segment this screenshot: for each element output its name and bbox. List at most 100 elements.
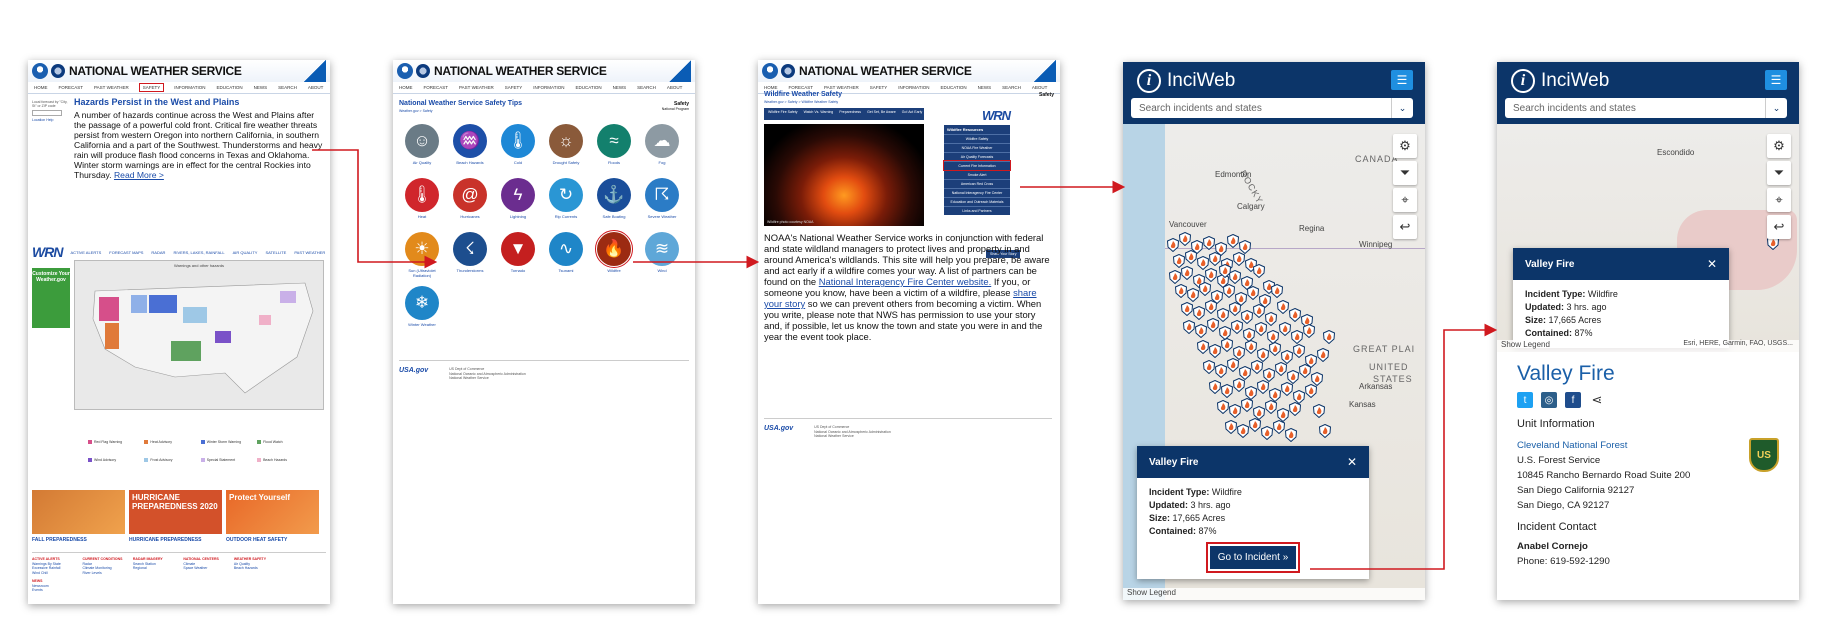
safety-tip-beach-hazards[interactable]: ♒ Beach Hazards	[447, 124, 493, 170]
fire-marker-icon[interactable]	[1293, 344, 1305, 358]
nav-information[interactable]: INFORMATION	[174, 85, 205, 90]
nav-search[interactable]: SEARCH	[1002, 85, 1021, 90]
fire-marker-icon[interactable]	[1271, 284, 1283, 298]
nav-search[interactable]: SEARCH	[637, 85, 656, 90]
fire-marker-icon[interactable]	[1299, 364, 1311, 378]
fire-marker-icon[interactable]	[1227, 234, 1239, 248]
fire-marker-icon[interactable]	[1199, 282, 1211, 296]
fire-marker-icon[interactable]	[1179, 232, 1191, 246]
safety-tip-rip-currents[interactable]: ↻ Rip Currents	[543, 178, 589, 224]
fire-marker-icon[interactable]	[1303, 324, 1315, 338]
safety-tip-safe-boating[interactable]: ⚓ Safe Boating	[591, 178, 637, 224]
back-arrow-icon[interactable]: ↩	[1393, 215, 1417, 239]
nav-education[interactable]: EDUCATION	[575, 85, 601, 90]
fire-marker-icon[interactable]	[1251, 360, 1263, 374]
tab-preparedness[interactable]: Preparedness	[839, 110, 861, 118]
share-icon[interactable]: ⋖	[1589, 392, 1605, 408]
link-forecast-maps[interactable]: FORECAST MAPS	[109, 250, 143, 255]
nav-safety[interactable]: SAFETY	[505, 85, 523, 90]
fire-marker-icon[interactable]	[1221, 338, 1233, 352]
resource-link[interactable]: Smoke Alert	[944, 170, 1010, 179]
nav-home[interactable]: HOME	[34, 85, 48, 90]
fire-marker-icon[interactable]	[1253, 264, 1265, 278]
resource-link[interactable]: Wildfire Safety	[944, 134, 1010, 143]
nav-news[interactable]: NEWS	[978, 85, 992, 90]
fire-marker-icon[interactable]	[1203, 236, 1215, 250]
fire-marker-icon[interactable]	[1247, 286, 1259, 300]
safety-tip-floods[interactable]: ≈ Floods	[591, 124, 637, 170]
heat-banner[interactable]: Protect Yourself	[226, 490, 319, 534]
filter-icon[interactable]: ⏷	[1767, 161, 1791, 185]
safety-tip-tornado[interactable]: ▼ Tornado	[495, 232, 541, 278]
fire-marker-icon[interactable]	[1273, 420, 1285, 434]
nav-news[interactable]: NEWS	[254, 85, 268, 90]
link-active-alerts[interactable]: ACTIVE ALERTS	[70, 250, 101, 255]
fire-marker-icon[interactable]	[1209, 344, 1221, 358]
locate-crosshair-icon[interactable]: ⌖	[1767, 188, 1791, 212]
fire-marker-icon[interactable]	[1285, 428, 1297, 442]
safety-tip-thunderstorms[interactable]: ☇ Thunderstorms	[447, 232, 493, 278]
fire-marker-icon[interactable]	[1225, 420, 1237, 434]
usa-gov-logo[interactable]: USA.gov	[764, 425, 793, 432]
instagram-icon[interactable]: ◎	[1541, 392, 1557, 408]
fire-marker-icon[interactable]	[1207, 318, 1219, 332]
link-satellite[interactable]: SATELLITE	[265, 250, 286, 255]
banner-label[interactable]: OUTDOOR HEAT SAFETY	[226, 537, 319, 543]
safety-tip-hurricanes[interactable]: @ Hurricanes	[447, 178, 493, 224]
fire-marker-icon[interactable]	[1187, 288, 1199, 302]
link-air-quality[interactable]: AIR QUALITY	[233, 250, 258, 255]
nav-about[interactable]: ABOUT	[667, 85, 683, 90]
fire-marker-icon[interactable]	[1181, 302, 1193, 316]
nav-safety[interactable]: SAFETY	[138, 83, 165, 92]
tab-watch-warning[interactable]: Watch Vs. Warning	[804, 110, 834, 118]
tab-go[interactable]: Go! Act Early	[902, 110, 922, 118]
safety-tip-wildfire[interactable]: 🔥 Wildfire	[591, 230, 637, 278]
fire-marker-icon[interactable]	[1193, 306, 1205, 320]
inciweb-brand[interactable]: i InciWeb	[1511, 69, 1609, 93]
safety-tip-heat[interactable]: 🌡 Heat	[399, 178, 445, 224]
breadcrumb[interactable]: Weather.gov > Safety > Wildfire Weather …	[764, 100, 838, 104]
safety-tip-cold[interactable]: 🌡 Cold	[495, 124, 541, 170]
fire-marker-icon[interactable]	[1167, 238, 1179, 252]
nifc-link[interactable]: National Interagency Fire Center website…	[819, 276, 991, 287]
fire-marker-icon[interactable]	[1261, 426, 1273, 440]
location-help-link[interactable]: Location Help	[32, 118, 70, 122]
usa-gov-logo[interactable]: USA.gov	[399, 367, 428, 374]
chevron-down-icon[interactable]: ⌄	[1391, 98, 1413, 118]
fire-marker-icon[interactable]	[1227, 358, 1239, 372]
fire-marker-icon[interactable]	[1245, 340, 1257, 354]
read-more-link[interactable]: Read More >	[114, 170, 164, 180]
nav-forecast[interactable]: FORECAST	[424, 85, 449, 90]
fall-preparedness-banner[interactable]	[32, 490, 125, 534]
fire-marker-icon[interactable]	[1241, 398, 1253, 412]
fire-marker-icon[interactable]	[1195, 324, 1207, 338]
nav-about[interactable]: ABOUT	[308, 85, 324, 90]
link-rivers[interactable]: RIVERS, LAKES, RAINFALL	[173, 250, 224, 255]
fire-marker-icon[interactable]	[1229, 302, 1241, 316]
settings-gear-icon[interactable]: ⚙	[1767, 134, 1791, 158]
nav-safety[interactable]: SAFETY	[870, 85, 888, 90]
settings-gear-icon[interactable]: ⚙	[1393, 134, 1417, 158]
fire-marker-icon[interactable]	[1279, 322, 1291, 336]
fire-marker-icon[interactable]	[1257, 380, 1269, 394]
fire-marker-icon[interactable]	[1249, 418, 1261, 432]
resource-link[interactable]: American Red Cross	[944, 179, 1010, 188]
nav-forecast[interactable]: FORECAST	[789, 85, 814, 90]
resource-link[interactable]: NOAA Fire Weather	[944, 143, 1010, 152]
safety-tip-tsunami[interactable]: ∿ Tsunami	[543, 232, 589, 278]
nav-about[interactable]: ABOUT	[1032, 85, 1048, 90]
close-icon[interactable]: ✕	[1707, 257, 1717, 271]
inciweb-brand[interactable]: i InciWeb	[1137, 69, 1235, 93]
close-icon[interactable]: ✕	[1347, 455, 1357, 469]
twitter-icon[interactable]: t	[1517, 392, 1533, 408]
fire-marker-icon[interactable]	[1319, 424, 1331, 438]
fire-marker-icon[interactable]	[1217, 400, 1229, 414]
search-input[interactable]: Search incidents and states ⌄	[1505, 98, 1787, 118]
tab-get-set[interactable]: Get Set, Be Aware	[867, 110, 896, 118]
locate-crosshair-icon[interactable]: ⌖	[1393, 188, 1417, 212]
fire-marker-icon[interactable]	[1175, 284, 1187, 298]
fire-marker-icon[interactable]	[1205, 268, 1217, 282]
safety-tip-severe-weather[interactable]: ☈ Severe Weather	[639, 178, 685, 224]
hurricane-banner[interactable]: HURRICANE PREPAREDNESS 2020	[129, 490, 222, 534]
headline[interactable]: Hazards Persist in the West and Plains	[74, 97, 239, 107]
